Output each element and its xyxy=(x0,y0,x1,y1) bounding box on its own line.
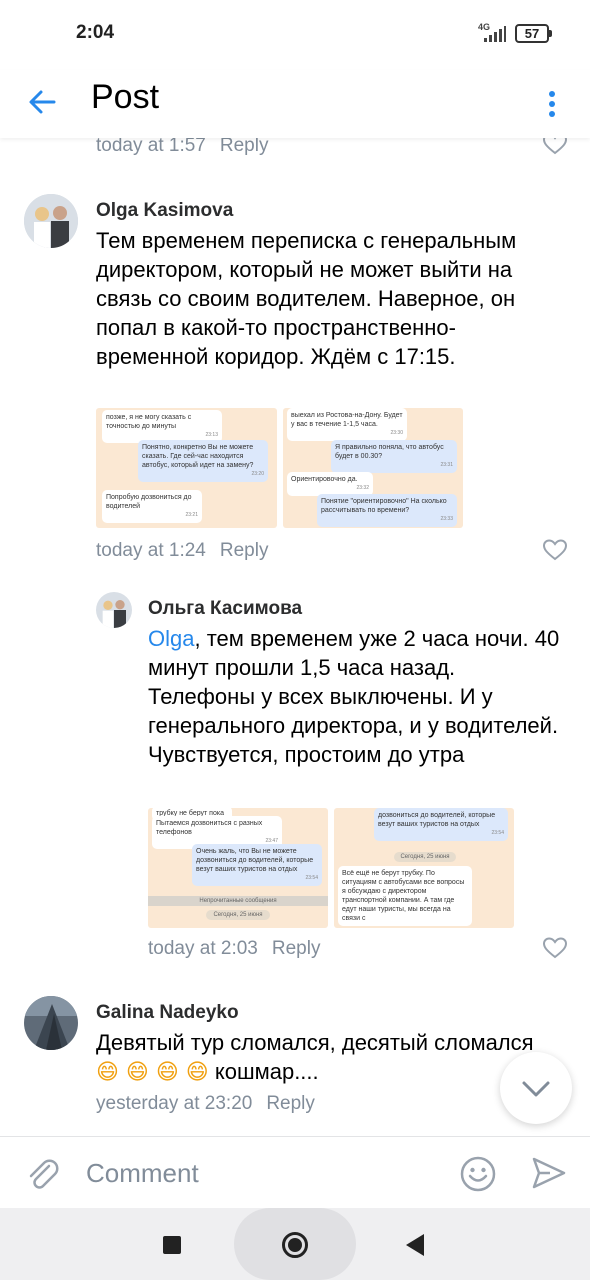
chat-bubble: Попробую дозвониться до водителей 23:21 xyxy=(102,490,202,523)
comment-time: today at 1:24 xyxy=(96,540,206,561)
emoji-row: 😄 😄 😄 😄 xyxy=(96,1060,209,1085)
comment-author[interactable]: Olga Kasimova xyxy=(96,200,233,222)
chat-bubble-text: Пытаемся дозвониться с разных телефонов xyxy=(156,820,263,836)
chat-bubble: Понятие "ориентировочно" На сколько расс… xyxy=(317,494,457,527)
chat-bubble: выехал из Ростова-на-Дону. Будет у вас в… xyxy=(287,408,407,441)
chat-bubble-time: 23:32 xyxy=(356,485,369,491)
chat-bubble-time: 23:30 xyxy=(390,430,403,436)
comment-author[interactable]: Galina Nadeyko xyxy=(96,1002,239,1024)
page-title: Post xyxy=(91,78,160,116)
heart-icon[interactable] xyxy=(542,138,568,156)
chat-bubble: Я правильно поняла, что автобус будет в … xyxy=(331,440,457,473)
comment-text: Olga, тем временем уже 2 часа ночи. 40 м… xyxy=(148,624,568,769)
comment-composer xyxy=(0,1136,590,1208)
avatar-photo xyxy=(96,592,132,628)
chat-bubble-time: 23:31 xyxy=(440,462,453,468)
comment-text-tail: кошмар.... xyxy=(214,1059,319,1084)
chat-bubble-text: Очень жаль, что Вы не можете дозвониться… xyxy=(196,848,314,873)
attached-photo[interactable]: выехал из Ростова-на-Дону. Будет у вас в… xyxy=(283,408,463,528)
chat-bubble: дозвониться до водителей, которые везут … xyxy=(374,808,508,841)
chat-bubble: позже, я не могу сказать с точностью до … xyxy=(102,410,222,443)
comment-meta: yesterday at 23:20 Reply xyxy=(96,1093,315,1115)
chat-bubble-time: 23:33 xyxy=(440,516,453,522)
battery-icon: 57 xyxy=(515,24,552,43)
system-navigation-bar xyxy=(0,1208,590,1280)
chat-bubble-time: 23:20 xyxy=(251,471,264,477)
chat-bubble-text: Попробую дозвониться до водителей xyxy=(106,494,192,510)
app-header: Post xyxy=(0,70,590,138)
attached-photo[interactable]: дозвониться до водителей, которые везут … xyxy=(334,808,514,928)
unread-divider: Непрочитанные сообщения xyxy=(148,896,328,906)
date-chip: Сегодня, 25 июня xyxy=(206,910,270,920)
reply-button[interactable]: Reply xyxy=(220,540,269,561)
chat-bubble-text: позже, я не могу сказать с точностью до … xyxy=(106,414,192,430)
chat-bubble: Всё ещё не берут трубку. По ситуациям с … xyxy=(338,866,472,926)
chat-bubble-text: дозвониться до водителей, которые везут … xyxy=(378,812,496,828)
comment-input[interactable] xyxy=(86,1155,436,1191)
chat-bubble-time: 23:54 xyxy=(491,830,504,836)
paperclip-icon[interactable] xyxy=(22,1153,62,1193)
chat-bubble-time: 23:54 xyxy=(305,875,318,881)
chat-bubble-text: выехал из Ростова-на-Дону. Будет у вас в… xyxy=(291,412,403,428)
date-chip: Сегодня, 25 июня xyxy=(394,852,456,862)
chat-bubble-text: Понятие "ориентировочно" На сколько расс… xyxy=(321,498,447,514)
chat-bubble-text: Всё ещё не берут трубку. По ситуациям с … xyxy=(342,870,465,922)
chat-bubble-text: Я правильно поняла, что автобус будет в … xyxy=(335,444,444,460)
comment-text: Тем временем переписка с генеральным дир… xyxy=(96,228,517,369)
comment-meta: today at 1:24 Reply xyxy=(96,540,268,562)
avatar[interactable] xyxy=(24,996,78,1050)
comment-text-body: Девятый тур сломался, десятый сломался xyxy=(96,1030,534,1055)
comment-meta: today at 1:57 Reply xyxy=(96,138,268,157)
avatar[interactable] xyxy=(96,592,132,628)
smile-icon[interactable] xyxy=(459,1155,497,1193)
comment-time: today at 2:03 xyxy=(148,938,258,959)
send-icon[interactable] xyxy=(530,1155,566,1191)
heart-icon[interactable] xyxy=(542,936,568,960)
reply-button[interactable]: Reply xyxy=(220,138,269,156)
comment-author[interactable]: Ольга Касимова xyxy=(148,598,302,620)
more-vertical-icon[interactable] xyxy=(540,84,564,124)
recent-apps-icon[interactable] xyxy=(163,1236,181,1254)
comment-time: today at 1:57 xyxy=(96,138,206,156)
comments-feed[interactable]: today at 1:57 Reply Olga Kasimova Тем вре… xyxy=(0,138,590,1136)
attached-photo[interactable]: трубку не берут пока Пытаемся дозвонитьс… xyxy=(148,808,328,928)
chat-bubble-text: Ориентировочно да. xyxy=(291,476,358,483)
status-bar: 2:04 4G 57 xyxy=(0,0,590,70)
comment-text: Девятый тур сломался, десятый сломался 😄… xyxy=(96,1028,566,1087)
scroll-down-button[interactable] xyxy=(500,1052,572,1124)
chat-bubble: Понятно, конкретно Вы не можете сказать.… xyxy=(138,440,268,482)
comment-time: yesterday at 23:20 xyxy=(96,1093,253,1114)
avatar-photo xyxy=(24,996,78,1050)
chat-bubble: Ориентировочно да. 23:32 xyxy=(287,472,373,496)
avatar-photo xyxy=(24,194,78,248)
status-time: 2:04 xyxy=(76,22,115,43)
back-arrow-icon[interactable] xyxy=(24,82,64,122)
reply-button[interactable]: Reply xyxy=(266,1093,315,1114)
signal-icon xyxy=(484,26,506,42)
chat-bubble: Очень жаль, что Вы не можете дозвониться… xyxy=(192,844,322,886)
reply-button[interactable]: Reply xyxy=(272,938,321,959)
mention-link[interactable]: Olga xyxy=(148,626,194,651)
home-icon[interactable] xyxy=(282,1232,308,1258)
chat-bubble-time: 23:13 xyxy=(205,432,218,438)
comment-text-body: , тем временем уже 2 часа ночи. 40 минут… xyxy=(148,626,560,767)
nav-back-icon[interactable] xyxy=(406,1234,424,1256)
chevron-down-icon xyxy=(522,1081,550,1097)
attached-photo[interactable]: позже, я не могу сказать с точностью до … xyxy=(96,408,277,528)
heart-icon[interactable] xyxy=(542,538,568,562)
chat-bubble-time: 23:21 xyxy=(185,512,198,518)
comment-meta: today at 2:03 Reply xyxy=(148,938,320,960)
avatar[interactable] xyxy=(24,194,78,248)
chat-bubble-text: Понятно, конкретно Вы не можете сказать.… xyxy=(142,444,254,469)
